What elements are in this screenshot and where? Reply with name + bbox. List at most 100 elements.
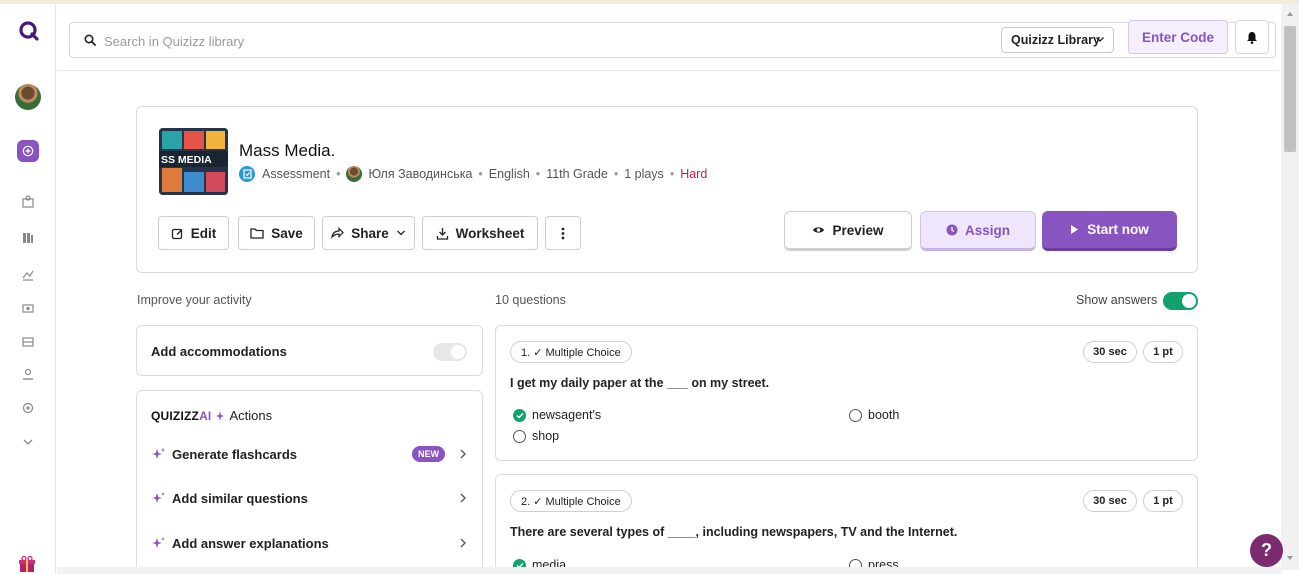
quizizz-logo-icon[interactable] <box>18 20 40 42</box>
top-accent-line <box>0 0 1299 4</box>
nav-classes-icon[interactable] <box>20 300 36 316</box>
scrollbar-thumb[interactable] <box>1284 26 1296 152</box>
chevron-right-icon <box>460 449 466 459</box>
nav-more-chevron-icon[interactable] <box>20 434 36 450</box>
quiz-header-card: SS MEDIA Mass Media. Assessment • Юля За… <box>136 106 1198 273</box>
eye-icon <box>813 227 825 233</box>
gift-icon[interactable] <box>18 556 36 572</box>
clock-icon <box>946 224 958 236</box>
question-points-pill[interactable]: 1 pt <box>1143 341 1183 363</box>
save-button[interactable]: Save <box>238 216 315 250</box>
generate-flashcards-item[interactable]: Generate flashcards NEW <box>151 444 471 464</box>
add-similar-questions-item[interactable]: Add similar questions <box>151 488 471 508</box>
search-icon <box>84 34 96 46</box>
radio-icon <box>513 429 526 443</box>
thumbnail-text: SS MEDIA <box>161 154 212 166</box>
accommodations-label: Add accommodations <box>151 344 287 359</box>
notifications-button[interactable] <box>1235 20 1269 54</box>
nav-library-icon[interactable] <box>20 230 36 246</box>
chevron-right-icon <box>460 538 466 548</box>
worksheet-label: Worksheet <box>455 225 525 241</box>
question-time-pill[interactable]: 30 sec <box>1083 490 1137 512</box>
share-label: Share <box>351 225 389 241</box>
search-input[interactable] <box>104 31 984 51</box>
plus-circle-icon <box>22 145 34 157</box>
answer-option-text: newsagent's <box>532 408 602 422</box>
scroll-down-arrow-icon[interactable] <box>1287 556 1293 560</box>
scroll-up-arrow-icon[interactable] <box>1287 12 1293 16</box>
nav-explore-icon[interactable] <box>20 194 36 210</box>
chevron-right-icon <box>460 493 466 503</box>
assign-button[interactable]: Assign <box>920 211 1036 251</box>
add-answer-explanations-item[interactable]: Add answer explanations <box>151 533 471 553</box>
quiz-type: Assessment <box>262 167 331 181</box>
quizizz-ai-card: QUIZIZZAI Actions Generate flashcards NE… <box>136 390 483 574</box>
question-type-badge: 1. ✓ Multiple Choice <box>510 341 632 363</box>
preview-button[interactable]: Preview <box>784 211 912 251</box>
bell-icon <box>1247 31 1257 44</box>
question-text: I get my daily paper at the ___ on my st… <box>510 376 770 390</box>
sparkle-icon <box>152 448 165 459</box>
sparkle-icon <box>152 492 165 503</box>
nav-settings-icon[interactable] <box>20 400 36 416</box>
question-points-pill[interactable]: 1 pt <box>1143 490 1183 512</box>
new-badge: NEW <box>412 446 445 462</box>
user-avatar[interactable] <box>15 84 41 110</box>
question-card[interactable]: 2. ✓ Multiple Choice 30 sec 1 pt There a… <box>495 474 1198 574</box>
question-type-badge: 2. ✓ Multiple Choice <box>510 490 632 512</box>
nav-reports-icon[interactable] <box>20 266 36 282</box>
answer-option-text: shop <box>532 429 560 443</box>
show-answers-toggle[interactable] <box>1163 292 1198 310</box>
create-button[interactable] <box>17 140 39 162</box>
add-similar-questions-label: Add similar questions <box>172 490 308 506</box>
quiz-author[interactable]: Юля Заводинська <box>368 167 472 181</box>
question-count: 10 questions <box>495 293 566 307</box>
assign-label: Assign <box>964 222 1010 238</box>
library-select-label: Quizizz Library <box>1011 33 1100 47</box>
quiz-plays: 1 plays <box>624 167 664 181</box>
generate-flashcards-label: Generate flashcards <box>172 446 298 462</box>
answer-option: booth <box>849 408 899 422</box>
header-divider <box>57 70 1279 71</box>
show-answers-label: Show answers <box>1076 293 1158 307</box>
edit-label: Edit <box>190 225 217 241</box>
quiz-difficulty: Hard <box>680 167 708 181</box>
vertical-scrollbar[interactable] <box>1281 4 1299 570</box>
nav-accommodations-icon[interactable] <box>20 334 36 350</box>
enter-code-button[interactable]: Enter Code <box>1128 20 1228 54</box>
question-time-pill[interactable]: 30 sec <box>1083 341 1137 363</box>
edit-button[interactable]: Edit <box>158 216 229 250</box>
answer-option: shop <box>513 429 559 443</box>
quiz-thumbnail: SS MEDIA <box>159 128 228 195</box>
quizizz-ai-logo: QUIZIZZAI <box>151 408 212 423</box>
horizontal-scrollbar[interactable] <box>57 567 1281 574</box>
more-options-button[interactable] <box>545 216 581 250</box>
sparkle-icon <box>152 537 165 548</box>
answer-option: newsagent's <box>513 408 601 422</box>
chevron-down-icon <box>1096 37 1104 42</box>
chevron-down-icon <box>396 230 405 236</box>
question-card[interactable]: 1. ✓ Multiple Choice 30 sec 1 pt I get m… <box>495 325 1198 461</box>
sparkle-icon <box>216 410 225 421</box>
share-button[interactable]: Share <box>322 216 415 250</box>
ai-actions-label: Actions <box>229 408 273 423</box>
download-icon <box>436 227 448 240</box>
save-label: Save <box>271 225 303 241</box>
accommodations-toggle[interactable] <box>433 343 467 361</box>
quiz-title: Mass Media. <box>239 141 336 160</box>
improve-heading: Improve your activity <box>137 293 252 307</box>
start-now-button[interactable]: Start now <box>1042 211 1177 251</box>
accommodations-card: Add accommodations <box>136 325 483 376</box>
assessment-icon <box>239 166 255 182</box>
help-button[interactable]: ? <box>1250 534 1283 567</box>
ai-actions-header: QUIZIZZAI Actions <box>151 408 272 423</box>
nav-quizizz-ai-icon[interactable] <box>20 366 36 382</box>
quiz-subject: English <box>488 167 530 181</box>
quiz-meta: Assessment • Юля Заводинська • English •… <box>239 165 707 183</box>
search-bar[interactable]: Quizizz Library Enter Code <box>69 20 1276 58</box>
correct-check-icon <box>513 408 526 422</box>
preview-label: Preview <box>832 222 884 238</box>
share-icon <box>331 227 345 239</box>
worksheet-button[interactable]: Worksheet <box>422 216 538 250</box>
library-select[interactable]: Quizizz Library <box>1001 27 1114 53</box>
